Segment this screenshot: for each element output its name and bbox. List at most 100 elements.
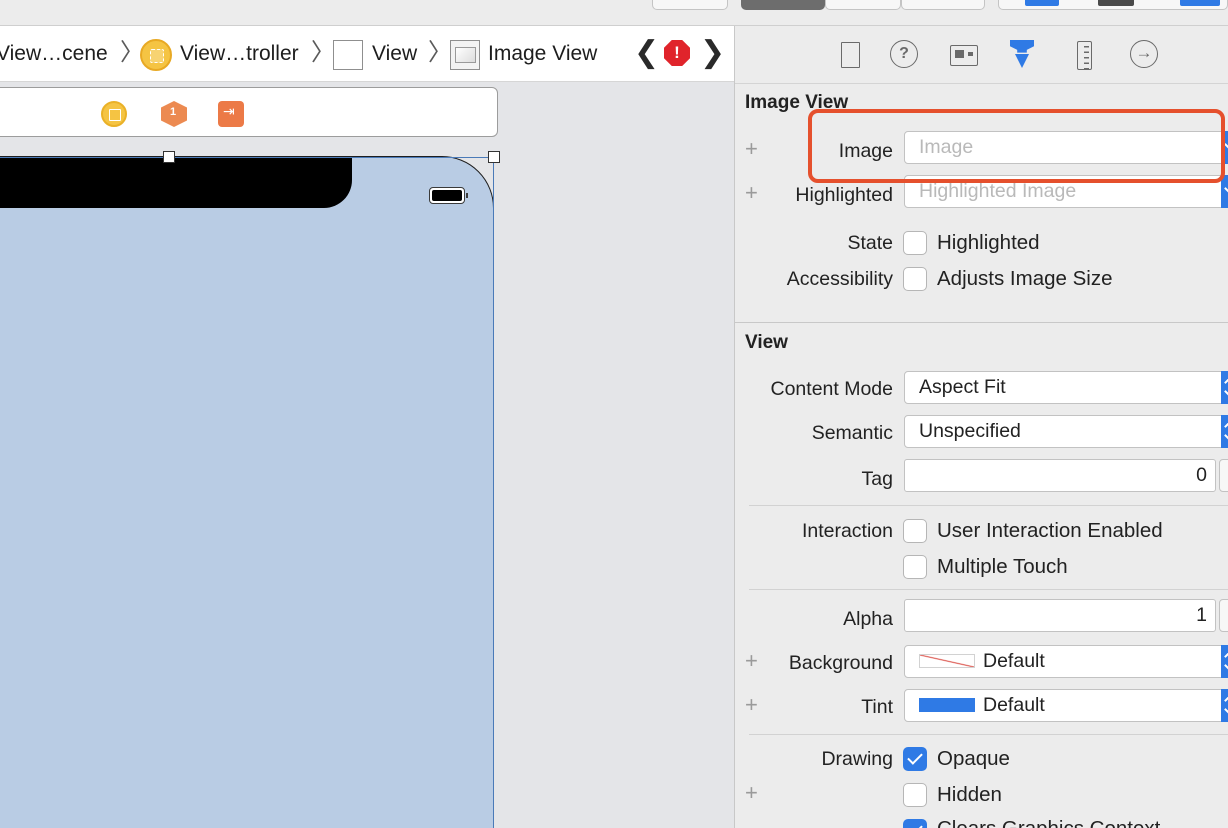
content-mode-select[interactable]: Aspect Fit [904, 371, 1228, 404]
storyboard-canvas[interactable]: View…cene 〉 View…troller 〉 View 〉 Image … [0, 26, 734, 828]
size-inspector-icon[interactable] [1069, 40, 1099, 70]
interaction-label: Interaction [801, 520, 893, 542]
state-highlighted-checkbox[interactable] [903, 231, 927, 255]
group-divider [749, 734, 1228, 735]
background-label: Background [788, 652, 893, 674]
image-view-icon [450, 40, 480, 70]
breadcrumb-separator: 〉 [311, 39, 335, 66]
editor-standard-button[interactable] [741, 0, 825, 10]
accessibility-label: Accessibility [786, 268, 893, 290]
background-value: Default [983, 650, 1045, 672]
opaque-checkbox[interactable] [903, 747, 927, 771]
multiple-touch-checkbox[interactable] [903, 555, 927, 579]
editor-assistant-button[interactable] [825, 0, 901, 10]
background-color-select[interactable]: Default [904, 645, 1228, 678]
inspector-tab-bar: ? → [735, 26, 1228, 84]
window-toolbar [0, 0, 1228, 26]
previous-issue-icon[interactable]: ❮ [634, 38, 659, 68]
editor-version-button[interactable] [901, 0, 985, 10]
breadcrumb-view[interactable]: View [372, 41, 417, 67]
battery-icon [429, 187, 468, 204]
image-label: Image [838, 140, 893, 162]
up-down-arrows-icon[interactable] [1221, 645, 1228, 678]
selection-outline [0, 157, 494, 158]
breadcrumb-image-view[interactable]: Image View [488, 41, 597, 67]
device-notch [0, 157, 352, 208]
image-combo[interactable]: Image [904, 131, 1228, 164]
view-icon [333, 40, 363, 70]
view-controller-icon [140, 39, 172, 71]
tint-color-select[interactable]: Default [904, 689, 1228, 722]
content-mode-label: Content Mode [770, 378, 894, 400]
next-issue-icon[interactable]: ❯ [700, 38, 725, 68]
image-placeholder: Image [919, 136, 974, 158]
error-icon[interactable]: ! [664, 40, 690, 66]
file-inspector-icon[interactable] [835, 40, 865, 70]
opaque-label[interactable]: Opaque [937, 747, 1010, 771]
breadcrumb-controller[interactable]: View…troller [180, 41, 299, 67]
up-down-arrows-icon[interactable] [1221, 371, 1228, 404]
no-color-swatch [919, 654, 975, 668]
adjusts-image-size-checkbox[interactable] [903, 267, 927, 291]
breadcrumb-scene[interactable]: View…cene [0, 41, 108, 67]
user-interaction-enabled-checkbox[interactable] [903, 519, 927, 543]
identity-inspector-icon[interactable] [948, 40, 978, 70]
hidden-checkbox[interactable] [903, 783, 927, 807]
group-divider [749, 505, 1228, 506]
multiple-touch-label[interactable]: Multiple Touch [937, 555, 1068, 579]
connections-inspector-icon[interactable]: → [1130, 40, 1158, 68]
chevron-down-icon[interactable] [1221, 175, 1228, 208]
highlighted-image-placeholder: Highlighted Image [919, 180, 1077, 202]
attributes-inspector: ? → Image View + Image Image + Highlight… [734, 26, 1228, 828]
user-interaction-enabled-label[interactable]: User Interaction Enabled [937, 519, 1163, 543]
alpha-field[interactable]: 1 [904, 599, 1216, 632]
semantic-value: Unspecified [919, 420, 1021, 442]
add-variation-icon[interactable]: + [745, 182, 758, 204]
up-down-arrows-icon[interactable] [1221, 689, 1228, 722]
toolbar-button[interactable] [652, 0, 728, 10]
tint-label: Tint [861, 696, 893, 718]
add-variation-icon[interactable]: + [745, 138, 758, 160]
semantic-select[interactable]: Unspecified [904, 415, 1228, 448]
add-variation-icon[interactable]: + [745, 650, 758, 672]
tag-label: Tag [861, 468, 893, 490]
add-variation-icon[interactable]: + [745, 694, 758, 716]
clears-graphics-context-label[interactable]: Clears Graphics Context [937, 817, 1160, 828]
resize-handle[interactable] [163, 151, 175, 163]
device-frame[interactable] [0, 156, 494, 828]
drawing-label: Drawing [821, 748, 893, 770]
exit-icon[interactable] [218, 101, 244, 127]
state-highlighted-label[interactable]: Highlighted [937, 231, 1040, 255]
inspector-toggle-icon[interactable] [1180, 0, 1220, 6]
content-mode-value: Aspect Fit [919, 376, 1006, 398]
breadcrumb-separator: 〉 [428, 39, 452, 66]
debug-toggle-icon[interactable] [1098, 0, 1134, 6]
highlighted-image-combo[interactable]: Highlighted Image [904, 175, 1228, 208]
tag-stepper[interactable] [1219, 459, 1228, 492]
alpha-stepper[interactable] [1219, 599, 1228, 632]
resize-handle[interactable] [488, 151, 500, 163]
section-title-image-view: Image View [745, 92, 849, 113]
view-controller-icon[interactable] [101, 101, 127, 127]
adjusts-image-size-label[interactable]: Adjusts Image Size [937, 267, 1112, 291]
tag-field[interactable]: 0 [904, 459, 1216, 492]
up-down-arrows-icon[interactable] [1221, 415, 1228, 448]
semantic-label: Semantic [811, 422, 893, 444]
section-title-view: View [745, 332, 788, 353]
scene-dock [0, 87, 498, 137]
quick-help-icon[interactable]: ? [890, 40, 918, 68]
attributes-inspector-icon[interactable] [1007, 40, 1037, 70]
tint-color-swatch [919, 698, 975, 712]
clears-graphics-context-checkbox[interactable] [903, 819, 927, 828]
hidden-label[interactable]: Hidden [937, 783, 1002, 807]
first-responder-icon[interactable] [161, 101, 187, 127]
highlighted-label: Highlighted [795, 184, 893, 206]
add-variation-icon[interactable]: + [745, 782, 758, 804]
group-divider [749, 589, 1228, 590]
chevron-down-icon[interactable] [1221, 131, 1228, 164]
selection-outline [493, 157, 494, 828]
jump-bar: View…cene 〉 View…troller 〉 View 〉 Image … [0, 26, 734, 82]
navigator-toggle-icon[interactable] [1025, 0, 1059, 6]
section-divider [735, 322, 1228, 323]
state-label: State [847, 232, 893, 254]
